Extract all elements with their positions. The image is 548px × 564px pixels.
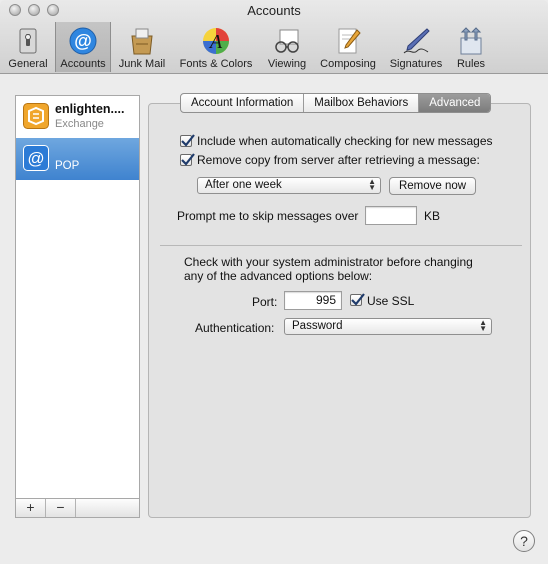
checkmark-icon <box>181 134 195 147</box>
use-ssl-label: Use SSL <box>367 294 415 308</box>
toolbar-rules[interactable]: Rules <box>451 22 491 72</box>
add-account-button[interactable]: + <box>16 499 46 517</box>
admin-note-line1: Check with your system administrator bef… <box>184 255 473 269</box>
remove-after-value: After one week <box>205 179 282 191</box>
account-item-pop[interactable]: @ POP <box>16 138 139 180</box>
select-arrows-icon: ▲ ▼ <box>479 318 487 333</box>
svg-text:@: @ <box>74 31 92 51</box>
include-auto-check-checkbox[interactable] <box>180 134 195 147</box>
admin-note-line2: any of the advanced options below: <box>184 269 373 283</box>
junk-bin-icon <box>131 28 153 55</box>
tab-account-information[interactable]: Account Information <box>181 94 305 112</box>
svg-text:@: @ <box>27 149 44 168</box>
at-sign-icon: @ <box>23 145 49 171</box>
help-button[interactable]: ? <box>513 530 535 552</box>
toolbar-general[interactable]: General <box>4 22 52 72</box>
toolbar-composing[interactable]: Composing <box>315 22 381 72</box>
prompt-skip-size-field[interactable] <box>365 206 417 225</box>
viewing-glasses-icon <box>275 29 299 53</box>
remove-copy-checkbox[interactable] <box>180 153 195 166</box>
include-auto-check-label: Include when automatically checking for … <box>197 134 493 148</box>
signature-pen-icon <box>403 28 430 54</box>
select-arrows-icon: ▲ ▼ <box>368 177 376 192</box>
at-sign-icon: @ <box>69 27 97 55</box>
account-item-exchange[interactable]: enlighten.... Exchange <box>16 96 139 138</box>
prompt-skip-unit: KB <box>424 209 441 223</box>
authentication-label: Authentication: <box>195 321 275 335</box>
checkmark-icon <box>351 293 365 306</box>
port-label: Port: <box>252 295 278 309</box>
toolbar-viewing[interactable]: Viewing <box>262 22 312 72</box>
toolbar-signatures[interactable]: Signatures <box>384 22 448 72</box>
prompt-skip-label: Prompt me to skip messages over <box>177 209 359 223</box>
checkmark-icon <box>181 153 195 166</box>
remove-now-button[interactable]: Remove now <box>389 177 476 195</box>
tab-advanced[interactable]: Advanced <box>419 94 491 112</box>
toolbar-accounts[interactable]: @ Accounts <box>55 22 111 72</box>
account-list-footer: + − <box>15 498 140 518</box>
fonts-colors-icon: A <box>203 28 229 54</box>
window-toolbar: Accounts General @ Accounts Junk Mail A <box>0 0 548 74</box>
svg-text:A: A <box>208 31 223 53</box>
remove-copy-label: Remove copy from server after retrieving… <box>197 153 480 167</box>
window-title: Accounts <box>247 3 301 18</box>
authentication-select[interactable]: Password ▲ ▼ <box>284 318 492 335</box>
account-list: enlighten.... Exchange @ POP <box>15 95 140 499</box>
exchange-icon <box>23 103 49 129</box>
port-field[interactable]: 995 <box>284 291 342 310</box>
composing-pencil-icon <box>338 28 361 54</box>
toolbar-junk-mail[interactable]: Junk Mail <box>114 22 170 72</box>
remove-account-button[interactable]: − <box>46 499 76 517</box>
rules-arrows-icon <box>460 27 482 55</box>
toolbar-fonts-colors[interactable]: A Fonts & Colors <box>173 22 259 72</box>
general-switch-icon <box>19 28 37 54</box>
authentication-value: Password <box>292 320 343 332</box>
tab-bar: Account Information Mailbox Behaviors Ad… <box>180 93 492 113</box>
tab-mailbox-behaviors[interactable]: Mailbox Behaviors <box>304 94 420 112</box>
remove-after-select[interactable]: After one week ▲ ▼ <box>197 177 381 194</box>
use-ssl-checkbox[interactable] <box>350 293 365 306</box>
section-divider <box>160 245 522 246</box>
